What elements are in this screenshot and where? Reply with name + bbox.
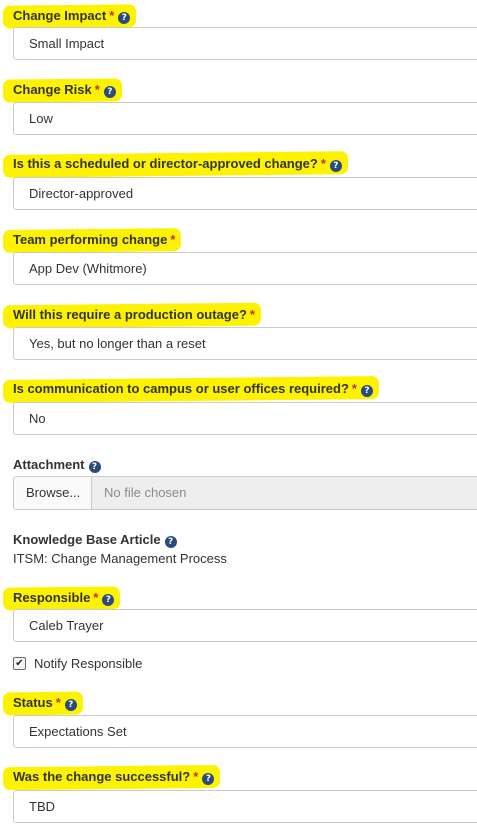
- communication-group: Is communication to campus or user offic…: [2, 376, 477, 435]
- team-group: Team performing change * App Dev (Whitmor…: [2, 228, 477, 285]
- change-impact-select[interactable]: Small Impact: [13, 27, 477, 60]
- notify-responsible-row: ✔ Notify Responsible: [13, 656, 477, 671]
- scheduled-change-label: Is this a scheduled or director-approved…: [2, 151, 349, 178]
- required-asterisk: *: [170, 232, 176, 247]
- file-status: No file chosen: [92, 477, 477, 509]
- required-asterisk: *: [93, 590, 99, 605]
- responsible-input[interactable]: Caleb Trayer: [13, 609, 477, 642]
- notify-responsible-checkbox[interactable]: ✔: [13, 657, 26, 670]
- communication-select[interactable]: No: [13, 402, 477, 435]
- outage-select[interactable]: Yes, but no longer than a reset: [13, 327, 477, 360]
- outage-group: Will this require a production outage? * …: [2, 302, 477, 360]
- scheduled-change-select[interactable]: Director-approved: [13, 177, 477, 210]
- successful-label: Was the change successful? *?: [2, 764, 221, 791]
- change-risk-group: Change Risk *? Low: [2, 78, 477, 135]
- required-asterisk: *: [55, 695, 61, 710]
- status-label: Status *?: [2, 691, 83, 716]
- browse-button[interactable]: Browse...: [14, 477, 92, 509]
- team-select[interactable]: App Dev (Whitmore): [13, 252, 477, 285]
- responsible-group: Responsible *? Caleb Trayer: [2, 586, 477, 642]
- notify-responsible-label: Notify Responsible: [34, 656, 143, 671]
- outage-label: Will this require a production outage? *: [2, 302, 262, 329]
- kb-article-group: Knowledge Base Article? ITSM: Change Man…: [13, 531, 477, 566]
- help-icon[interactable]: ?: [329, 160, 342, 172]
- help-icon[interactable]: ?: [360, 385, 373, 397]
- status-group: Status *? Expectations Set: [2, 691, 477, 748]
- required-asterisk: *: [351, 381, 357, 396]
- help-icon[interactable]: ?: [103, 86, 116, 98]
- change-risk-select[interactable]: Low: [13, 102, 477, 135]
- communication-label: Is communication to campus or user offic…: [2, 376, 380, 403]
- change-impact-label: Change Impact *?: [2, 4, 137, 29]
- help-icon[interactable]: ?: [88, 461, 101, 473]
- required-asterisk: *: [249, 307, 255, 322]
- change-impact-group: Change Impact *? Small Impact: [2, 4, 477, 60]
- required-asterisk: *: [193, 769, 199, 784]
- required-asterisk: *: [94, 82, 100, 97]
- help-icon[interactable]: ?: [64, 699, 77, 711]
- responsible-label: Responsible *?: [2, 586, 121, 611]
- kb-article-label: Knowledge Base Article?: [13, 532, 177, 548]
- required-asterisk: *: [320, 156, 326, 171]
- successful-select[interactable]: TBD: [13, 790, 477, 823]
- attachment-group: Attachment? Browse... No file chosen: [13, 456, 477, 510]
- attachment-file-input[interactable]: Browse... No file chosen: [13, 476, 477, 510]
- change-risk-label: Change Risk *?: [2, 78, 122, 103]
- team-label: Team performing change *: [2, 228, 182, 253]
- help-icon[interactable]: ?: [164, 536, 177, 548]
- required-asterisk: *: [109, 8, 115, 23]
- kb-article-value: ITSM: Change Management Process: [13, 551, 227, 566]
- successful-group: Was the change successful? *? TBD: [2, 764, 477, 823]
- status-select[interactable]: Expectations Set: [13, 715, 477, 748]
- attachment-label: Attachment?: [13, 457, 101, 473]
- scheduled-change-group: Is this a scheduled or director-approved…: [2, 151, 477, 210]
